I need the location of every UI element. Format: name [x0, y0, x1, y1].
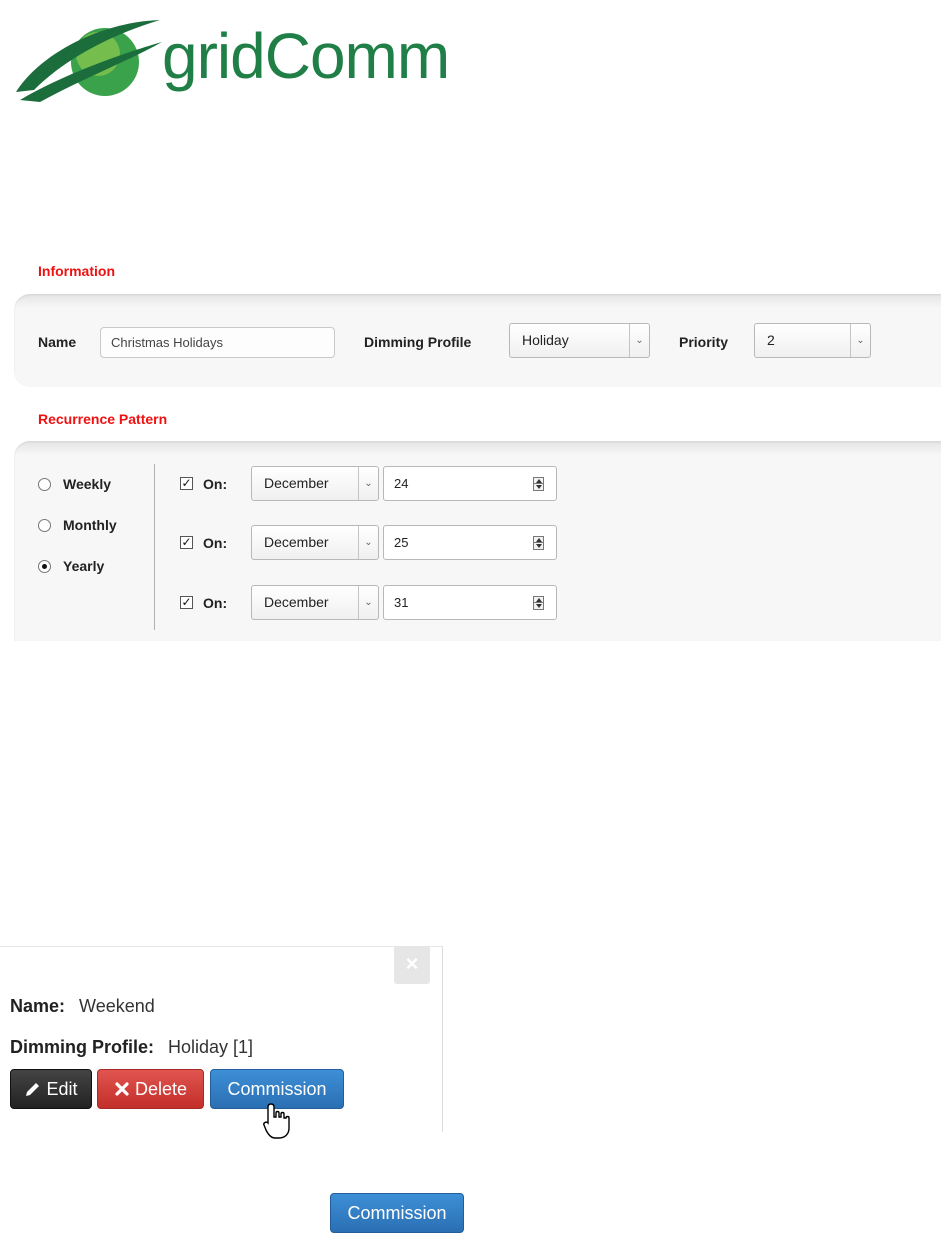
radio-icon[interactable]	[38, 518, 51, 532]
gridcomm-logo: gridComm	[10, 14, 450, 114]
delete-button[interactable]: Delete	[97, 1069, 204, 1109]
day-spinner[interactable]: 31	[383, 585, 557, 620]
close-icon: ×	[405, 951, 419, 976]
radio-yearly[interactable]: Yearly	[38, 556, 104, 576]
checkbox-icon[interactable]: ✓	[180, 536, 193, 549]
popover-name-row: Name: Weekend	[10, 996, 155, 1017]
logo-text: gridComm	[162, 20, 450, 92]
spinner-icon[interactable]	[533, 477, 544, 491]
radio-icon[interactable]	[38, 559, 51, 573]
on-label: On:	[203, 535, 228, 551]
popover-dimming-label: Dimming Profile:	[10, 1037, 155, 1057]
month-select[interactable]: December ⌄	[251, 525, 379, 560]
day-spinner[interactable]: 24	[383, 466, 557, 501]
priority-select[interactable]: 2 ⌄	[754, 323, 871, 358]
on-label: On:	[203, 595, 228, 611]
dimming-profile-label: Dimming Profile	[364, 334, 472, 350]
radio-monthly[interactable]: Monthly	[38, 515, 117, 535]
hand-cursor-icon	[263, 1103, 290, 1139]
checkbox-icon[interactable]: ✓	[180, 596, 193, 609]
dropdown-arrow-icon: ⌄	[850, 324, 870, 357]
on-label: On:	[203, 476, 228, 492]
close-button[interactable]: ×	[394, 946, 430, 984]
priority-label: Priority	[679, 334, 729, 350]
name-label: Name	[38, 334, 77, 350]
month-select[interactable]: December ⌄	[251, 585, 379, 620]
priority-value: 2	[767, 332, 775, 348]
information-heading: Information	[38, 263, 115, 279]
month-select[interactable]: December ⌄	[251, 466, 379, 501]
dropdown-arrow-icon: ⌄	[358, 526, 378, 559]
recurrence-divider	[154, 464, 155, 630]
radio-weekly[interactable]: Weekly	[38, 474, 111, 494]
dimming-profile-select[interactable]: Holiday ⌄	[509, 323, 650, 358]
dropdown-arrow-icon: ⌄	[358, 586, 378, 619]
popover-dimming-value: Holiday [1]	[168, 1037, 254, 1057]
dropdown-arrow-icon: ⌄	[629, 324, 649, 357]
popover-name-value: Weekend	[79, 996, 155, 1016]
recurrence-heading: Recurrence Pattern	[38, 411, 168, 427]
name-input[interactable]: Christmas Holidays	[100, 327, 335, 358]
radio-icon[interactable]	[38, 477, 51, 491]
dropdown-arrow-icon: ⌄	[358, 467, 378, 500]
checkbox-icon[interactable]: ✓	[180, 477, 193, 490]
logo-swoosh-icon	[16, 20, 162, 102]
edit-button[interactable]: Edit	[10, 1069, 92, 1109]
x-icon	[115, 1082, 129, 1096]
popover-name-label: Name:	[10, 996, 66, 1016]
spinner-icon[interactable]	[533, 596, 544, 610]
dimming-profile-value: Holiday	[522, 332, 569, 348]
spinner-icon[interactable]	[533, 536, 544, 550]
popover-dimming-row: Dimming Profile: Holiday [1]	[10, 1037, 253, 1058]
pencil-icon	[26, 1083, 40, 1096]
commission-button-standalone[interactable]: Commission	[330, 1193, 464, 1233]
day-spinner[interactable]: 25	[383, 525, 557, 560]
